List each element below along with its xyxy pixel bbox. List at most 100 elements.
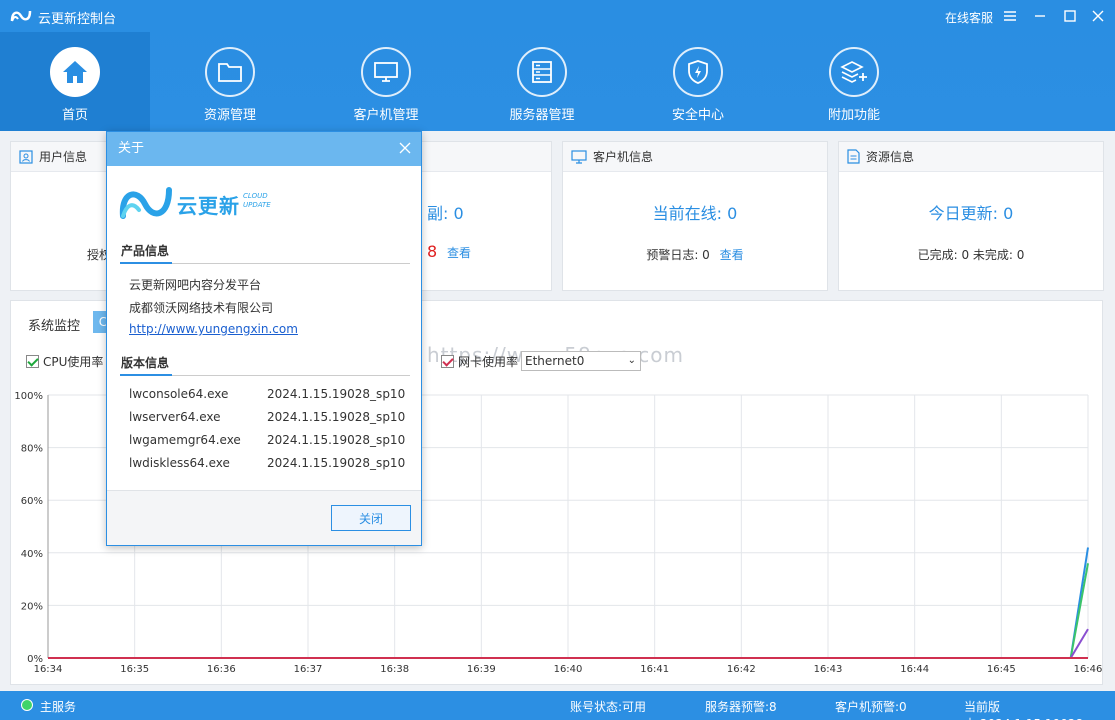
card-title: 客户机信息 [593,150,654,164]
maximize-icon[interactable] [1058,4,1082,28]
x-tick-label: 16:41 [640,664,669,675]
brand-name: 云更新 [177,194,240,218]
nav-label: 首页 [61,108,88,123]
nav-resource[interactable]: 资源管理 [155,32,305,131]
version-file: lwdiskless64.exe [129,456,230,470]
folder-icon [205,47,255,97]
version-value: 2024.1.15.19028_sp10 [267,410,406,424]
y-tick-label: 20% [21,601,43,612]
nav-label: 安全中心 [671,108,724,123]
menu-icon[interactable] [998,4,1022,28]
net-adapter-select[interactable]: Ethernet0 ⌄ [521,351,641,371]
app-logo-icon [10,10,32,22]
x-tick-label: 16:46 [1074,664,1103,675]
cpu-checkbox[interactable]: CPU使用率 [26,353,103,370]
card-title: 资源信息 [866,150,915,164]
dialog-titlebar: 关于 [107,132,421,166]
layers-plus-icon [829,47,879,97]
brand-logo-icon [119,187,172,219]
divider [120,374,410,376]
x-tick-label: 16:45 [987,664,1016,675]
x-tick-label: 16:39 [467,664,496,675]
product-line: 云更新网吧内容分发平台 [129,278,262,292]
document-icon [847,149,860,164]
divider [120,262,410,264]
nav-addons[interactable]: 附加功能 [779,32,929,131]
x-tick-label: 16:34 [34,664,63,675]
nav-home[interactable]: 首页 [0,32,150,131]
resource-today: 今日更新: 0 [928,204,1014,223]
server-warn-status: 服务器预警:8 [705,700,777,714]
y-tick-label: 80% [21,444,43,455]
version-status: 当前版本:2024.1.15.19028 [964,700,1083,720]
card-header: 客户机信息 [563,142,827,172]
version-value: 2024.1.15.19028_sp10 [267,456,406,470]
client-warn-status: 客户机预警:0 [835,700,907,714]
nav-security[interactable]: 安全中心 [623,32,773,131]
version-value: 2024.1.15.19028_sp10 [267,433,406,447]
about-dialog: 关于 云更新 CLOUD UPDATE 产品信息 云更新网吧内容分发平台 成都领… [106,131,422,546]
status-bar: 主服务 账号状态:可用 服务器预警:8 客户机预警:0 当前版本:2024.1.… [0,691,1115,720]
server-warn-count: 8 [427,242,438,261]
main-service-status: 主服务 [40,700,77,714]
y-tick-label: 100% [14,391,43,402]
shield-icon [673,47,723,97]
minimize-icon[interactable] [1028,4,1052,28]
version-file: lwgamemgr64.exe [129,433,241,447]
version-section-header: 版本信息 [121,356,170,370]
y-tick-label: 60% [21,496,43,507]
x-tick-label: 16:38 [380,664,409,675]
x-tick-label: 16:43 [814,664,843,675]
net-checkbox[interactable]: 网卡使用率 [441,353,518,370]
server-icon [517,47,567,97]
version-file: lwconsole64.exe [129,387,229,401]
close-icon[interactable] [1086,4,1110,28]
version-value: 2024.1.15.19028_sp10 [267,387,406,401]
cpu-label: CPU使用率 [43,355,104,369]
x-tick-label: 16:35 [120,664,149,675]
client-view-link[interactable]: 查看 [720,248,744,262]
nav-label: 服务器管理 [509,108,575,123]
monitor-title: 系统监控 [28,319,81,334]
nav-client[interactable]: 客户机管理 [311,32,461,131]
server-warn: 8 查看 [427,242,547,261]
brand-subtitle: CLOUD UPDATE [243,192,271,210]
main-nav: 首页 资源管理 客户机管理 服务器管理 安全中心 附加功能 [0,32,1115,131]
app-header: 云更新控制台 在线客服 首页 资源管理 客户机管理 服务器管理 安全中心 附加功… [0,0,1115,131]
nav-label: 资源管理 [203,108,256,123]
card-title: 用户信息 [39,150,88,164]
nav-server[interactable]: 服务器管理 [467,32,617,131]
title-bar: 云更新控制台 在线客服 [0,0,1115,32]
online-support-link[interactable]: 在线客服 [945,9,993,26]
account-status: 账号状态:可用 [570,700,647,714]
x-tick-label: 16:42 [727,664,756,675]
dialog-footer: 关闭 [107,490,421,545]
client-warn-log: 预警日志: 0 查看 [563,246,827,263]
client-info-card: 客户机信息 当前在线: 0 预警日志: 0 查看 [562,141,828,291]
product-section-header: 产品信息 [121,244,170,258]
chevron-down-icon: ⌄ [627,355,636,366]
app-title: 云更新控制台 [38,12,117,27]
x-tick-label: 16:36 [207,664,236,675]
card-header: 资源信息 [839,142,1103,172]
checkbox-icon [26,355,39,368]
net-label: 网卡使用率 [458,355,519,369]
user-icon [19,149,33,164]
server-main-value: 副: 0 [427,204,464,223]
y-tick-label: 40% [21,549,43,560]
x-tick-label: 16:37 [294,664,323,675]
brand-subtitle-line: UPDATE [243,201,271,209]
website-link[interactable]: http://www.yungengxin.com [129,322,298,336]
brand-subtitle-line: CLOUD [243,192,268,200]
checkbox-icon [441,355,454,368]
monitor-icon [361,47,411,97]
status-indicator-icon [21,699,33,711]
server-view-link[interactable]: 查看 [447,246,471,260]
close-icon[interactable] [397,140,413,156]
version-file: lwserver64.exe [129,410,221,424]
resource-status: 已完成: 0 未完成: 0 [917,248,1025,262]
dialog-title: 关于 [118,141,145,156]
x-tick-label: 16:44 [900,664,929,675]
home-icon [50,47,100,97]
close-button[interactable]: 关闭 [331,505,411,531]
